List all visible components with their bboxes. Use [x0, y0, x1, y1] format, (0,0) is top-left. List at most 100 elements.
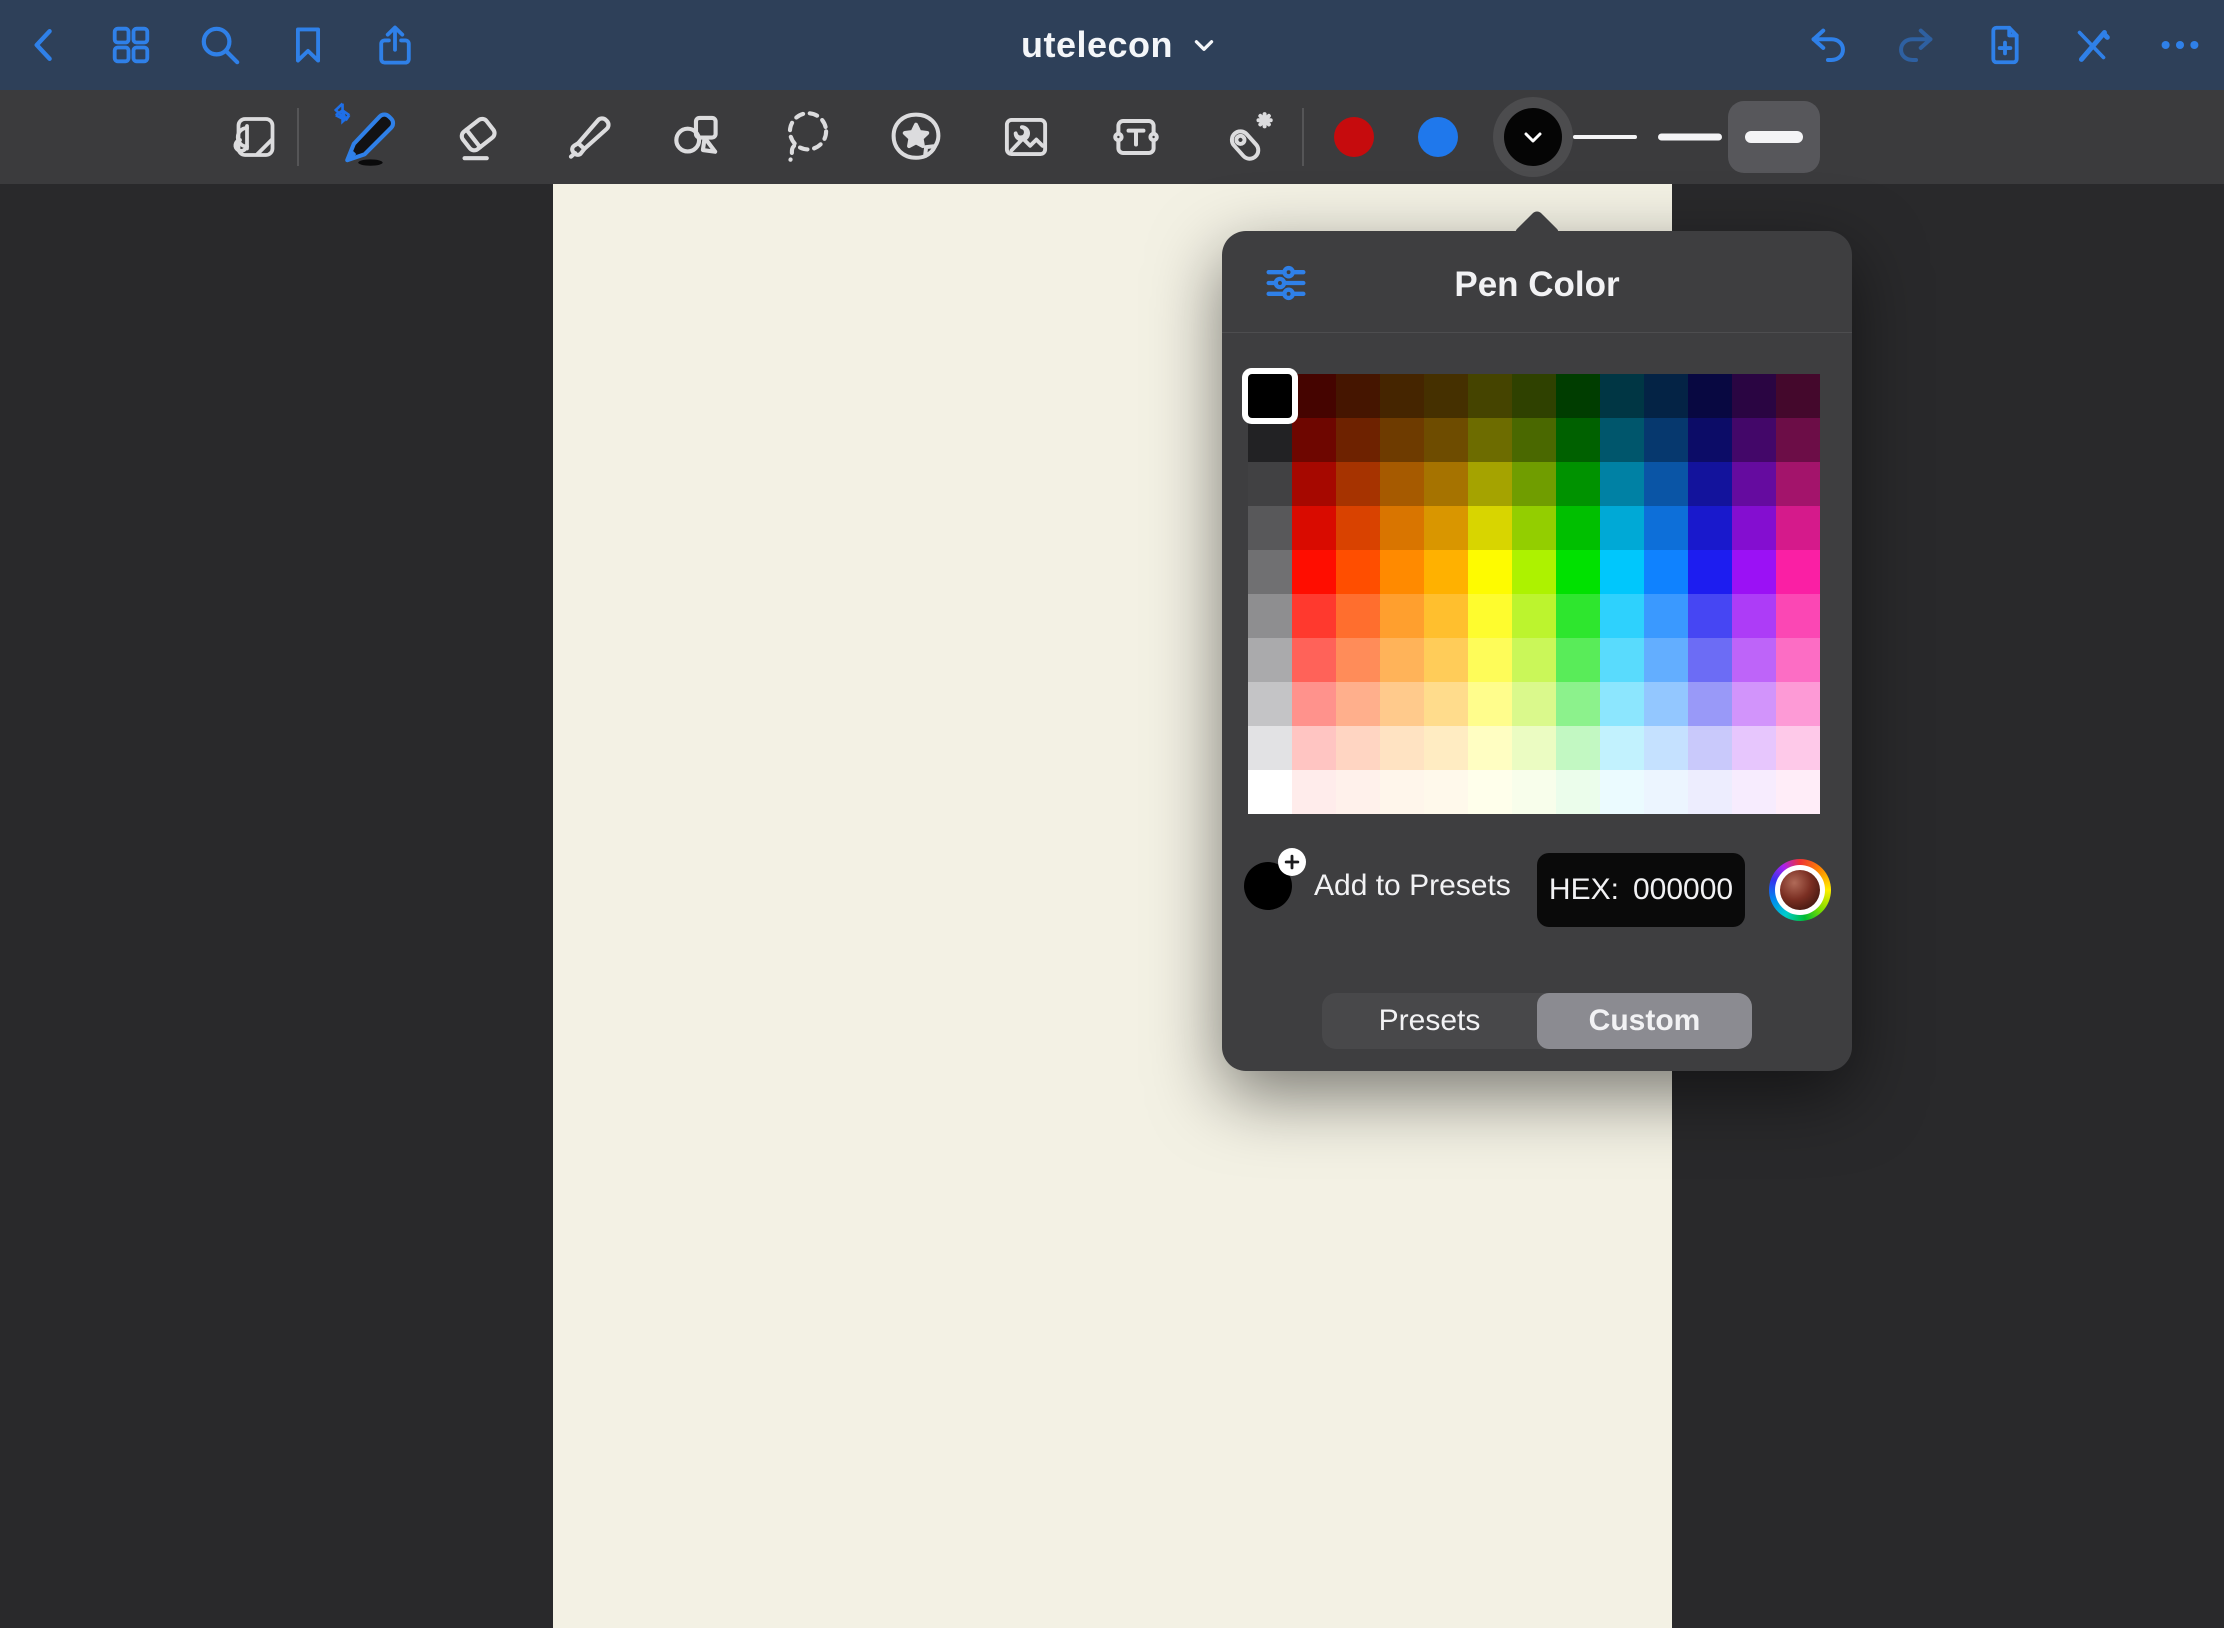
hex-input[interactable]: HEX: 000000: [1537, 853, 1745, 927]
color-swatch[interactable]: [1336, 638, 1380, 682]
color-swatch[interactable]: [1380, 638, 1424, 682]
color-swatch[interactable]: [1468, 594, 1512, 638]
eraser-tool-icon[interactable]: [447, 106, 509, 168]
color-swatch[interactable]: [1600, 726, 1644, 770]
color-swatch[interactable]: [1776, 550, 1820, 594]
color-swatch[interactable]: [1556, 418, 1600, 462]
color-swatch[interactable]: [1732, 726, 1776, 770]
color-swatch[interactable]: [1380, 506, 1424, 550]
back-icon[interactable]: [23, 23, 67, 67]
color-swatch[interactable]: [1776, 462, 1820, 506]
add-to-presets-plus-icon[interactable]: [1278, 848, 1306, 876]
color-swatch[interactable]: [1468, 462, 1512, 506]
color-swatch[interactable]: [1644, 726, 1688, 770]
search-icon[interactable]: [196, 21, 244, 69]
color-swatch[interactable]: [1248, 506, 1292, 550]
color-swatch[interactable]: [1248, 418, 1292, 462]
color-swatch[interactable]: [1600, 374, 1644, 418]
color-swatch[interactable]: [1380, 770, 1424, 814]
color-swatch[interactable]: [1512, 638, 1556, 682]
elements-sticker-tool-icon[interactable]: [884, 105, 948, 169]
color-swatch[interactable]: [1644, 682, 1688, 726]
color-swatch[interactable]: [1380, 374, 1424, 418]
color-swatch[interactable]: [1292, 726, 1336, 770]
add-page-icon[interactable]: [1982, 22, 2028, 68]
bookmark-icon[interactable]: [286, 23, 330, 67]
color-swatch[interactable]: [1248, 682, 1292, 726]
color-swatch[interactable]: [1688, 506, 1732, 550]
thickness-medium[interactable]: [1658, 134, 1722, 141]
color-swatch[interactable]: [1336, 550, 1380, 594]
color-swatch[interactable]: [1424, 638, 1468, 682]
undo-icon[interactable]: [1805, 22, 1851, 68]
color-swatch[interactable]: [1732, 418, 1776, 462]
color-swatch[interactable]: [1512, 770, 1556, 814]
color-swatch[interactable]: [1380, 418, 1424, 462]
color-swatch[interactable]: [1776, 418, 1820, 462]
color-swatch[interactable]: [1424, 726, 1468, 770]
color-swatch[interactable]: [1380, 726, 1424, 770]
color-swatch[interactable]: [1688, 418, 1732, 462]
color-swatch[interactable]: [1336, 374, 1380, 418]
more-ellipsis-icon[interactable]: [2157, 22, 2203, 68]
lasso-tool-icon[interactable]: [776, 106, 838, 168]
add-to-presets-label[interactable]: Add to Presets: [1314, 869, 1511, 903]
color-swatch[interactable]: [1292, 638, 1336, 682]
color-swatch[interactable]: [1644, 770, 1688, 814]
color-swatch[interactable]: [1424, 770, 1468, 814]
color-swatch[interactable]: [1776, 594, 1820, 638]
image-tool-icon[interactable]: [995, 106, 1057, 168]
color-swatch[interactable]: [1424, 550, 1468, 594]
color-swatch[interactable]: [1732, 638, 1776, 682]
color-swatch[interactable]: [1292, 770, 1336, 814]
color-swatch[interactable]: [1468, 506, 1512, 550]
color-swatch[interactable]: [1468, 770, 1512, 814]
color-swatch[interactable]: [1600, 594, 1644, 638]
color-swatch[interactable]: [1468, 374, 1512, 418]
pen-tool-icon[interactable]: [329, 98, 407, 176]
color-swatch[interactable]: [1424, 594, 1468, 638]
color-swatch[interactable]: [1336, 418, 1380, 462]
color-swatch[interactable]: [1732, 550, 1776, 594]
color-swatch[interactable]: [1380, 682, 1424, 726]
color-swatch[interactable]: [1512, 506, 1556, 550]
color-swatch[interactable]: [1380, 550, 1424, 594]
color-swatch[interactable]: [1556, 682, 1600, 726]
color-swatch[interactable]: [1468, 726, 1512, 770]
color-swatch[interactable]: [1732, 770, 1776, 814]
color-swatch[interactable]: [1424, 374, 1468, 418]
laser-pointer-tool-icon[interactable]: [1215, 105, 1279, 169]
color-swatch[interactable]: [1776, 374, 1820, 418]
share-icon[interactable]: [372, 22, 418, 68]
color-swatch[interactable]: [1468, 638, 1512, 682]
color-swatch[interactable]: [1644, 638, 1688, 682]
thumbnails-grid-icon[interactable]: [108, 22, 154, 68]
document-title-menu[interactable]: utelecon: [1021, 24, 1217, 66]
color-swatch[interactable]: [1512, 374, 1556, 418]
color-swatch[interactable]: [1732, 462, 1776, 506]
color-swatch[interactable]: [1424, 462, 1468, 506]
color-swatch[interactable]: [1688, 638, 1732, 682]
color-swatch[interactable]: [1644, 550, 1688, 594]
color-swatch[interactable]: [1688, 594, 1732, 638]
color-swatch[interactable]: [1776, 726, 1820, 770]
color-swatch[interactable]: [1292, 418, 1336, 462]
color-swatch[interactable]: [1600, 418, 1644, 462]
color-swatch[interactable]: [1248, 726, 1292, 770]
color-preset-red[interactable]: [1334, 117, 1374, 157]
color-preset-blue[interactable]: [1418, 117, 1458, 157]
color-swatch[interactable]: [1776, 506, 1820, 550]
color-swatch[interactable]: [1424, 418, 1468, 462]
pen-mode-toggle-icon[interactable]: [2069, 22, 2115, 68]
page-scroll-mode-icon[interactable]: [223, 107, 283, 167]
color-swatch[interactable]: [1512, 462, 1556, 506]
color-swatch[interactable]: [1512, 682, 1556, 726]
color-swatch[interactable]: [1556, 594, 1600, 638]
color-swatch[interactable]: [1556, 550, 1600, 594]
color-swatch[interactable]: [1600, 770, 1644, 814]
color-swatch[interactable]: [1512, 418, 1556, 462]
color-swatch[interactable]: [1380, 594, 1424, 638]
color-swatch[interactable]: [1468, 682, 1512, 726]
color-swatch[interactable]: [1468, 550, 1512, 594]
color-swatch[interactable]: [1776, 770, 1820, 814]
